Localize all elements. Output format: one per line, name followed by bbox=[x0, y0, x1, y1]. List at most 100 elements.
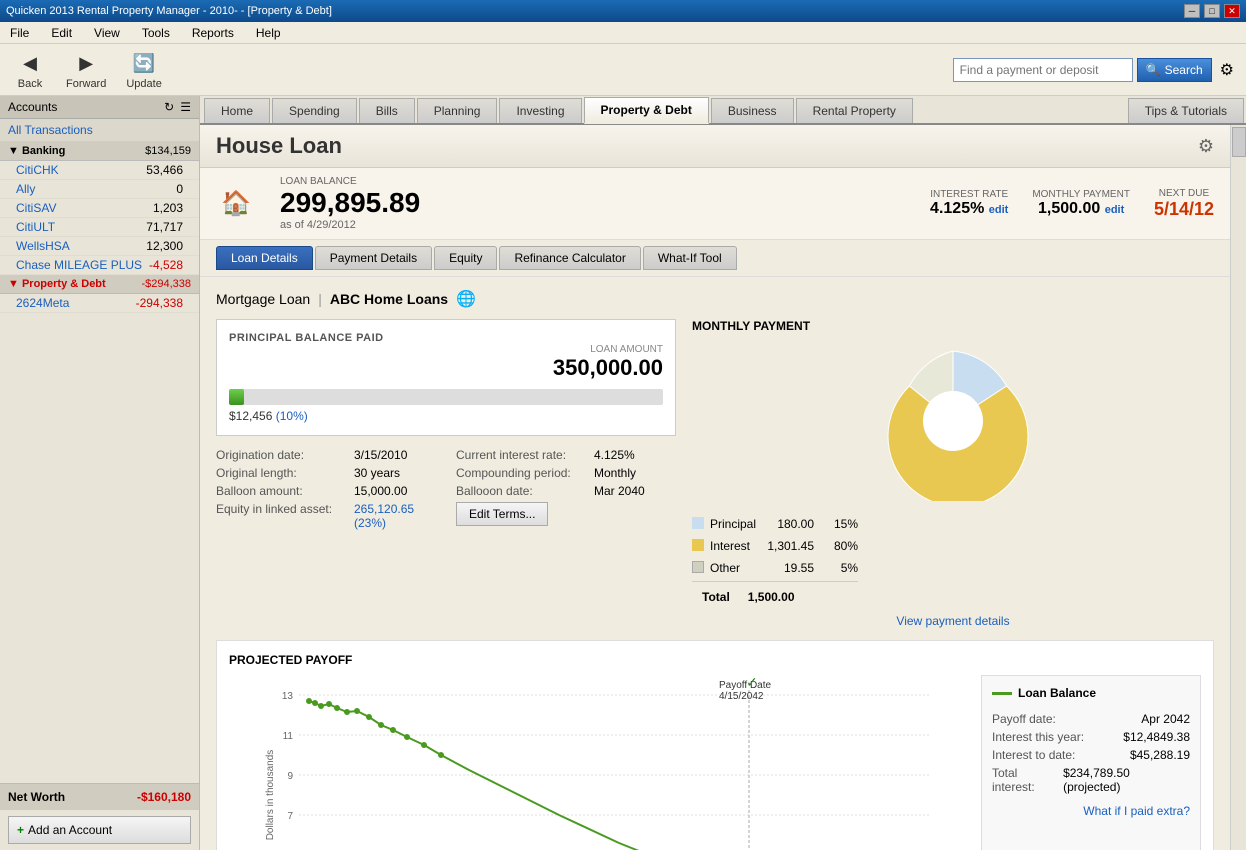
page-header: House Loan ⚙ bbox=[200, 125, 1230, 168]
chart-legend: Loan Balance Payoff date: Apr 2042 Inter… bbox=[981, 675, 1201, 850]
tab-bills[interactable]: Bills bbox=[359, 98, 415, 123]
tab-rental-property[interactable]: Rental Property bbox=[796, 98, 913, 123]
subtab-loan-details[interactable]: Loan Details bbox=[216, 246, 313, 270]
banking-group-header[interactable]: ▼ Banking $134,159 bbox=[0, 142, 199, 161]
settings-icon[interactable]: ⚙ bbox=[1216, 56, 1238, 84]
principal-swatch bbox=[692, 517, 704, 529]
sidebar-settings-icon[interactable]: ☰ bbox=[180, 100, 191, 114]
search-icon: 🔍 bbox=[1146, 63, 1161, 77]
account-amount: -294,338 bbox=[136, 296, 183, 310]
property-debt-group-header[interactable]: ▼ Property & Debt -$294,338 bbox=[0, 275, 199, 294]
subtab-payment-details[interactable]: Payment Details bbox=[315, 246, 432, 270]
content: House Loan ⚙ 🏠 LOAN BALANCE 299,895.89 a… bbox=[200, 125, 1230, 850]
search-input[interactable] bbox=[953, 58, 1133, 82]
all-transactions-link[interactable]: All Transactions bbox=[0, 119, 199, 142]
search-area: 🔍 Search ⚙ bbox=[953, 56, 1238, 84]
tab-spending[interactable]: Spending bbox=[272, 98, 357, 123]
main-layout: Accounts ↻ ☰ All Transactions ▼ Banking … bbox=[0, 96, 1246, 850]
account-amount: 71,717 bbox=[146, 220, 183, 234]
account-item-wellshsa[interactable]: WellsHSA 12,300 bbox=[0, 237, 199, 256]
interest-rate-value: 4.125% edit bbox=[930, 200, 1008, 218]
origination-date-value: 3/15/2010 bbox=[354, 448, 407, 462]
view-payment-details-link[interactable]: View payment details bbox=[692, 614, 1214, 628]
compounding-row: Compounding period: Monthly bbox=[456, 466, 676, 480]
account-item-ally[interactable]: Ally 0 bbox=[0, 180, 199, 199]
menu-reports[interactable]: Reports bbox=[186, 24, 240, 42]
toolbar: ◀ Back ▶ Forward 🔄 Update 🔍 Search ⚙ bbox=[0, 44, 1246, 96]
projected-payoff-section: PROJECTED PAYOFF Dollars in thousands bbox=[216, 640, 1214, 850]
loan-balance-section: LOAN BALANCE 299,895.89 as of 4/29/2012 bbox=[280, 176, 906, 231]
window-controls[interactable]: ─ □ ✕ bbox=[1184, 4, 1240, 18]
interest-payment-name: Interest bbox=[710, 539, 753, 553]
account-item-citiult[interactable]: CitiULT 71,717 bbox=[0, 218, 199, 237]
minimize-button[interactable]: ─ bbox=[1184, 4, 1200, 18]
nav-tabs: Home Spending Bills Planning Investing P… bbox=[200, 96, 1246, 125]
total-label: Total bbox=[698, 586, 734, 604]
tab-home[interactable]: Home bbox=[204, 98, 270, 123]
balloon-amount-label: Balloon amount: bbox=[216, 484, 346, 498]
payment-row-interest: Interest 1,301.45 80% bbox=[692, 535, 858, 557]
update-button[interactable]: 🔄 Update bbox=[120, 48, 167, 92]
edit-terms-cell: Edit Terms... bbox=[456, 502, 676, 530]
tab-planning[interactable]: Planning bbox=[417, 98, 498, 123]
subtab-equity[interactable]: Equity bbox=[434, 246, 497, 270]
principal-balance-label: PRINCIPAL BALANCE PAID bbox=[229, 332, 663, 344]
add-account-button[interactable]: + Add an Account bbox=[8, 816, 191, 844]
account-amount: 53,466 bbox=[146, 163, 183, 177]
svg-text:9: 9 bbox=[287, 771, 293, 782]
edit-terms-button[interactable]: Edit Terms... bbox=[456, 502, 548, 526]
globe-icon[interactable]: 🌐 bbox=[456, 289, 476, 309]
payment-row-other: Other 19.55 5% bbox=[692, 557, 858, 579]
account-name: WellsHSA bbox=[16, 239, 70, 253]
loan-main-section: PRINCIPAL BALANCE PAID LOAN AMOUNT 350,0… bbox=[216, 319, 1214, 628]
account-item-citisav[interactable]: CitiSAV 1,203 bbox=[0, 199, 199, 218]
subtab-whatif[interactable]: What-If Tool bbox=[643, 246, 737, 270]
what-if-extra-link[interactable]: What if I paid extra? bbox=[992, 804, 1190, 818]
menu-view[interactable]: View bbox=[88, 24, 126, 42]
close-button[interactable]: ✕ bbox=[1224, 4, 1240, 18]
monthly-payment-edit[interactable]: edit bbox=[1105, 204, 1125, 216]
tab-investing[interactable]: Investing bbox=[499, 98, 581, 123]
equity-label: Equity in linked asset: bbox=[216, 502, 346, 516]
net-worth-label: Net Worth bbox=[8, 790, 65, 804]
separator: | bbox=[318, 291, 322, 307]
back-button[interactable]: ◀ Back bbox=[8, 48, 52, 92]
principal-payment-name: Principal bbox=[710, 517, 756, 531]
property-debt-group-title: ▼ Property & Debt bbox=[8, 278, 106, 290]
tab-property-debt[interactable]: Property & Debt bbox=[584, 97, 709, 124]
account-item-2624meta[interactable]: 2624Meta -294,338 bbox=[0, 294, 199, 313]
menu-help[interactable]: Help bbox=[250, 24, 287, 42]
refresh-icon[interactable]: ↻ bbox=[164, 100, 174, 114]
monthly-payment-label: MONTHLY PAYMENT bbox=[1032, 189, 1130, 200]
scrollbar-thumb[interactable] bbox=[1232, 127, 1246, 157]
svg-text:4/15/2042: 4/15/2042 bbox=[719, 691, 764, 702]
menu-tools[interactable]: Tools bbox=[136, 24, 176, 42]
payoff-date-legend-value: Apr 2042 bbox=[1141, 712, 1190, 726]
menu-edit[interactable]: Edit bbox=[45, 24, 78, 42]
subtab-refinance[interactable]: Refinance Calculator bbox=[499, 246, 640, 270]
tab-business[interactable]: Business bbox=[711, 98, 794, 123]
search-button[interactable]: 🔍 Search bbox=[1137, 58, 1212, 82]
interest-swatch bbox=[692, 539, 704, 551]
forward-button[interactable]: ▶ Forward bbox=[60, 48, 112, 92]
menu-file[interactable]: File bbox=[4, 24, 35, 42]
window-title: Quicken 2013 Rental Property Manager - 2… bbox=[6, 5, 332, 17]
net-worth-bar: Net Worth -$160,180 bbox=[0, 783, 199, 810]
original-length-label: Original length: bbox=[216, 466, 346, 480]
interest-year-row: Interest this year: $12,4849.38 bbox=[992, 728, 1190, 746]
account-name: Chase MILEAGE PLUS bbox=[16, 258, 142, 272]
other-swatch bbox=[692, 561, 704, 573]
account-item-citicHK[interactable]: CitiCHK 53,466 bbox=[0, 161, 199, 180]
interest-rate-edit[interactable]: edit bbox=[989, 204, 1009, 216]
sidebar-title: Accounts bbox=[8, 100, 57, 114]
maximize-button[interactable]: □ bbox=[1204, 4, 1220, 18]
tab-tips[interactable]: Tips & Tutorials bbox=[1128, 98, 1244, 123]
svg-text:Dollars in thousands: Dollars in thousands bbox=[265, 750, 276, 841]
loan-summary-bar: 🏠 LOAN BALANCE 299,895.89 as of 4/29/201… bbox=[200, 168, 1230, 240]
interest-year-legend-label: Interest this year: bbox=[992, 730, 1084, 744]
account-amount: 1,203 bbox=[153, 201, 183, 215]
page-settings-icon[interactable]: ⚙ bbox=[1198, 136, 1214, 157]
principal-payment-pct: 15% bbox=[828, 517, 858, 531]
account-item-chase[interactable]: Chase MILEAGE PLUS -4,528 bbox=[0, 256, 199, 275]
content-scrollbar[interactable] bbox=[1230, 125, 1246, 850]
